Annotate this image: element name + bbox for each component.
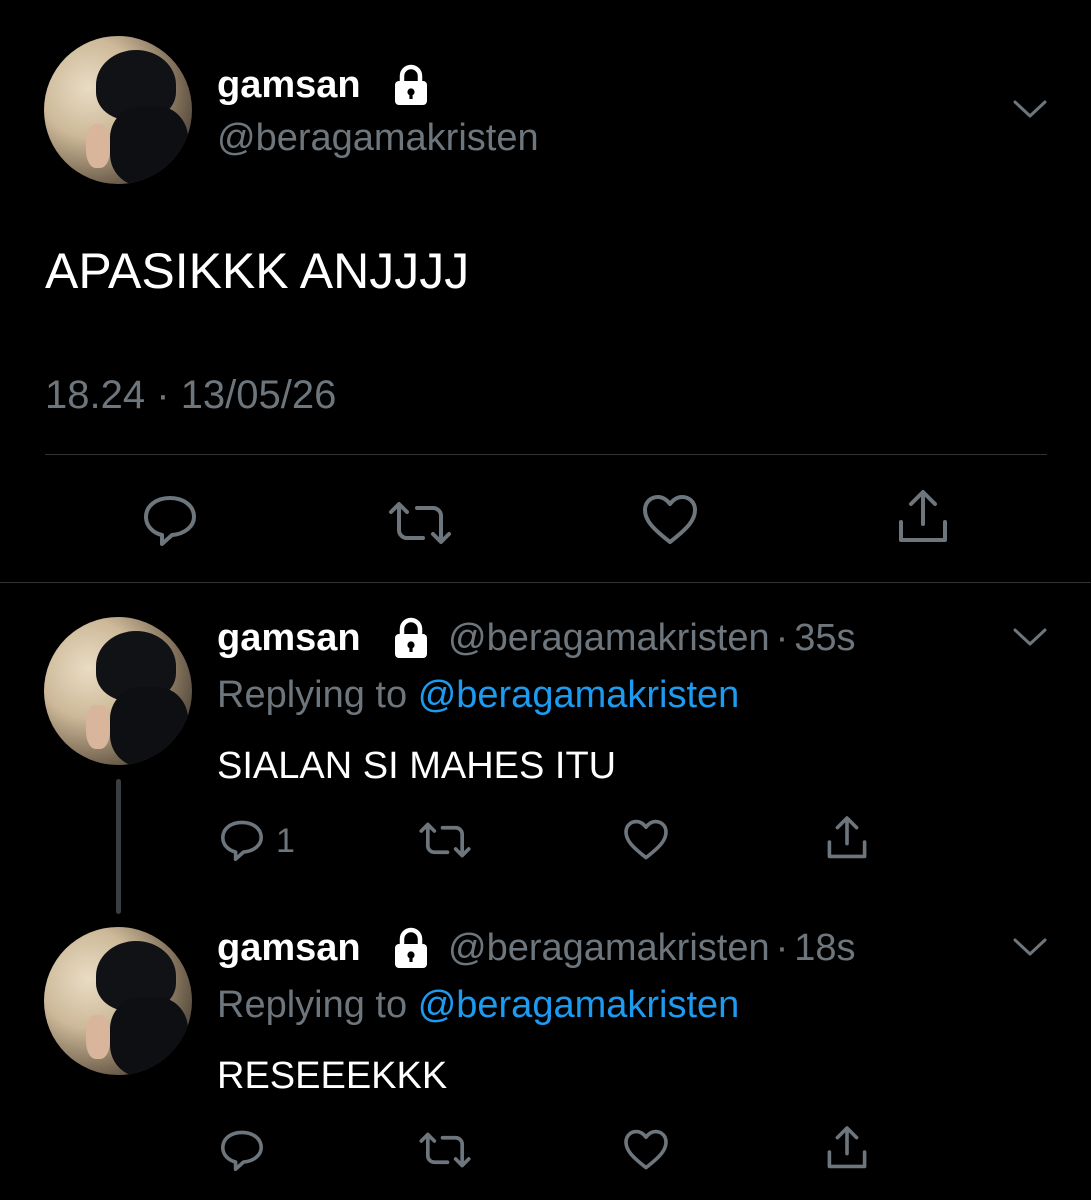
retweet-icon[interactable] (418, 1131, 472, 1169)
tweet-text: RESEEEKKK (217, 1055, 448, 1097)
replying-to: Replying to @beragamakristen (217, 674, 739, 717)
chevron-down-icon[interactable] (1012, 626, 1048, 648)
chevron-down-icon[interactable] (1012, 98, 1048, 120)
like-icon[interactable] (622, 1127, 670, 1173)
thread-line (116, 779, 121, 914)
reply-meta: @beragamakristen · 35s (448, 617, 856, 660)
display-name[interactable]: gamsan (217, 64, 361, 107)
divider (45, 454, 1047, 455)
reply-icon[interactable] (140, 492, 200, 548)
retweet-icon[interactable] (387, 500, 453, 546)
tweet-age[interactable]: 18s (794, 927, 855, 969)
replying-handle-link[interactable]: @beragamakristen (418, 984, 740, 1026)
like-icon[interactable] (640, 492, 700, 548)
display-name[interactable]: gamsan (217, 927, 361, 970)
share-icon[interactable] (823, 1124, 871, 1172)
lock-icon (389, 64, 433, 106)
reply-icon[interactable] (218, 1127, 266, 1173)
tweet-age[interactable]: 35s (794, 617, 855, 659)
tweet-date: 13/05/26 (180, 373, 337, 417)
avatar[interactable] (44, 927, 192, 1075)
avatar[interactable] (44, 36, 192, 184)
handle[interactable]: @beragamakristen (448, 927, 770, 969)
replying-handle-link[interactable]: @beragamakristen (418, 674, 740, 716)
share-icon[interactable] (893, 488, 953, 546)
lock-icon (389, 927, 433, 969)
replying-label: Replying to (217, 674, 408, 716)
chevron-down-icon[interactable] (1012, 936, 1048, 958)
tweet-time: 18.24 (45, 373, 146, 417)
handle[interactable]: @beragamakristen (448, 617, 770, 659)
reply-count: 1 (276, 822, 295, 860)
share-icon[interactable] (823, 814, 871, 862)
avatar[interactable] (44, 617, 192, 765)
separator-dot: · (775, 617, 789, 659)
tweet-text: SIALAN SI MAHES ITU (217, 745, 617, 787)
replying-label: Replying to (217, 984, 408, 1026)
reply-icon[interactable] (218, 817, 266, 863)
reply-meta: @beragamakristen · 18s (448, 927, 856, 970)
handle[interactable]: @beragamakristen (217, 117, 539, 160)
tweet-timestamp[interactable]: 18.24 · 13/05/26 (45, 373, 336, 418)
tweet-text: APASIKKK ANJJJJ (45, 243, 470, 299)
separator-dot: · (156, 373, 170, 417)
retweet-icon[interactable] (418, 821, 472, 859)
divider (0, 582, 1091, 583)
separator-dot: · (775, 927, 789, 969)
replying-to: Replying to @beragamakristen (217, 984, 739, 1027)
lock-icon (389, 617, 433, 659)
like-icon[interactable] (622, 817, 670, 863)
display-name[interactable]: gamsan (217, 617, 361, 660)
